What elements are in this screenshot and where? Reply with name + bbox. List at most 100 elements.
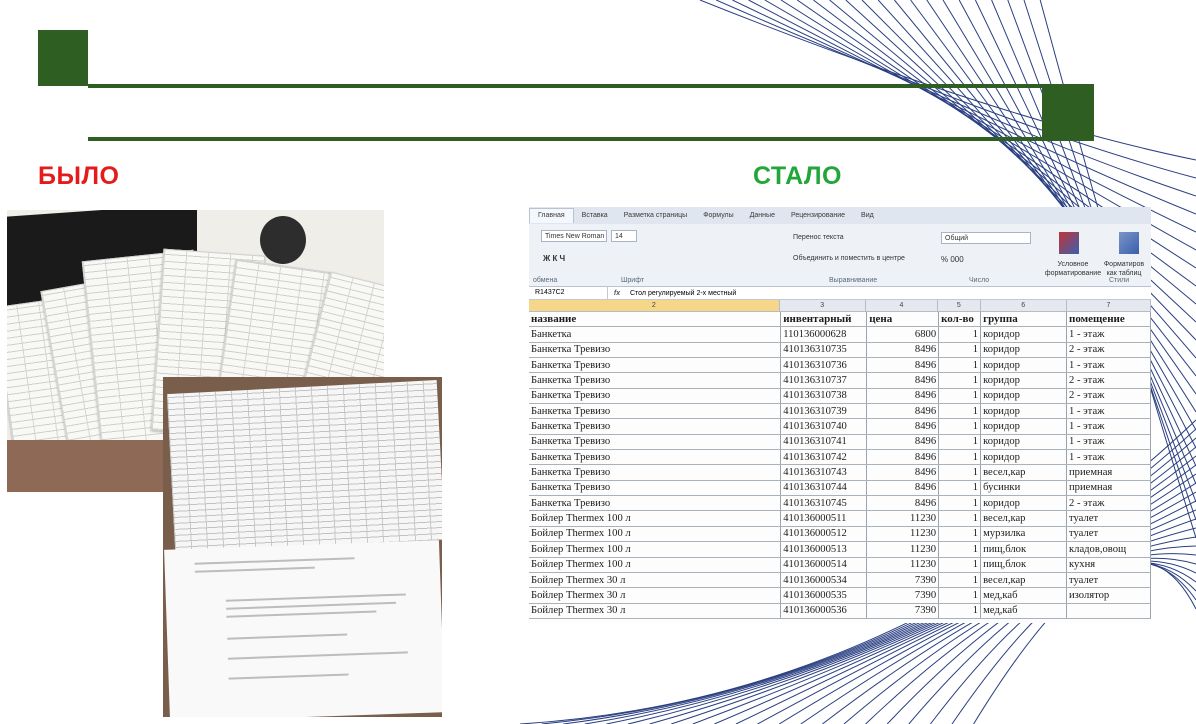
cell-quantity[interactable]: 1: [938, 342, 982, 359]
cell-room[interactable]: 2 - этаж: [1066, 372, 1151, 389]
conditional-format-button[interactable]: Условное форматирование: [1043, 260, 1103, 278]
cell-price[interactable]: 8496: [866, 480, 940, 497]
cell-inventory[interactable]: 410136000512: [780, 526, 868, 543]
column-number[interactable]: 4: [866, 300, 939, 311]
cell-name[interactable]: Бойлер Thermex 30 л: [529, 572, 782, 589]
cell-quantity[interactable]: 1: [938, 572, 982, 589]
cell-price[interactable]: 11230: [866, 526, 940, 543]
cell-inventory[interactable]: 410136310735: [780, 342, 868, 359]
cell-room[interactable]: 1 - этаж: [1066, 403, 1151, 420]
cell-inventory[interactable]: 410136310739: [780, 403, 868, 420]
tab-view[interactable]: Вид: [853, 212, 882, 219]
cell-room[interactable]: [1066, 603, 1151, 619]
cell-room[interactable]: 1 - этаж: [1066, 418, 1151, 435]
cell-price[interactable]: 6800: [866, 326, 940, 343]
cell-quantity[interactable]: 1: [938, 480, 982, 497]
header-name[interactable]: название: [529, 312, 782, 328]
font-size-select[interactable]: 14: [611, 230, 637, 242]
cell-price[interactable]: 7390: [866, 603, 940, 619]
cell-price[interactable]: 11230: [866, 541, 940, 558]
cell-quantity[interactable]: 1: [938, 510, 982, 527]
cell-group[interactable]: мед,каб: [980, 587, 1068, 604]
cell-inventory[interactable]: 410136310745: [780, 495, 868, 512]
cell-quantity[interactable]: 1: [938, 418, 982, 435]
cell-quantity[interactable]: 1: [938, 526, 982, 543]
header-room[interactable]: помещение: [1066, 312, 1151, 328]
cell-inventory[interactable]: 410136000514: [780, 557, 868, 573]
column-number[interactable]: 6: [981, 300, 1067, 311]
cell-group[interactable]: коридор: [980, 403, 1068, 420]
number-format-select[interactable]: Общий: [941, 232, 1031, 244]
cell-inventory[interactable]: 410136000536: [780, 603, 868, 619]
tab-review[interactable]: Рецензирование: [783, 212, 853, 219]
cell-quantity[interactable]: 1: [938, 464, 982, 481]
cell-quantity[interactable]: 1: [938, 372, 982, 389]
tab-page-layout[interactable]: Разметка страницы: [616, 212, 696, 219]
cell-name[interactable]: Бойлер Thermex 100 л: [529, 526, 782, 543]
cell-group[interactable]: весел,кар: [980, 464, 1068, 481]
cell-name[interactable]: Банкетка Тревизо: [529, 388, 782, 405]
cell-name[interactable]: Бойлер Thermex 100 л: [529, 557, 782, 573]
cell-inventory[interactable]: 410136000535: [780, 587, 868, 604]
cell-quantity[interactable]: 1: [938, 587, 982, 604]
cell-group[interactable]: коридор: [980, 326, 1068, 343]
cell-quantity[interactable]: 1: [938, 388, 982, 405]
tab-home[interactable]: Главная: [529, 208, 574, 223]
cell-room[interactable]: 1 - этаж: [1066, 449, 1151, 466]
tab-data[interactable]: Данные: [742, 212, 783, 219]
cell-price[interactable]: 11230: [866, 557, 940, 573]
cell-group[interactable]: пищ,блок: [980, 557, 1068, 573]
bold-italic-underline-buttons[interactable]: Ж К Ч: [543, 254, 565, 263]
formula-input[interactable]: Стол регулируемый 2-х местный: [626, 290, 736, 297]
cell-inventory[interactable]: 410136310736: [780, 357, 868, 374]
cell-room[interactable]: кладов,овощ: [1066, 541, 1151, 558]
cell-room[interactable]: 1 - этаж: [1066, 326, 1151, 343]
cell-room[interactable]: туалет: [1066, 526, 1151, 543]
cell-name[interactable]: Банкетка Тревизо: [529, 418, 782, 435]
cell-inventory[interactable]: 410136310743: [780, 464, 868, 481]
header-quantity[interactable]: кол-во: [938, 312, 982, 328]
cell-price[interactable]: 8496: [866, 464, 940, 481]
cell-quantity[interactable]: 1: [938, 603, 982, 619]
cell-room[interactable]: 1 - этаж: [1066, 357, 1151, 374]
cell-group[interactable]: коридор: [980, 372, 1068, 389]
cell-room[interactable]: 2 - этаж: [1066, 495, 1151, 512]
cell-price[interactable]: 11230: [866, 510, 940, 527]
cell-group[interactable]: коридор: [980, 449, 1068, 466]
cell-quantity[interactable]: 1: [938, 449, 982, 466]
header-group[interactable]: группа: [980, 312, 1068, 328]
cell-inventory[interactable]: 410136310738: [780, 388, 868, 405]
header-inventory[interactable]: инвентарный: [780, 312, 868, 328]
cell-room[interactable]: 2 - этаж: [1066, 342, 1151, 359]
cell-room[interactable]: туалет: [1066, 510, 1151, 527]
cell-inventory[interactable]: 410136310742: [780, 449, 868, 466]
header-price[interactable]: цена: [866, 312, 940, 328]
cell-room[interactable]: туалет: [1066, 572, 1151, 589]
cell-price[interactable]: 8496: [866, 434, 940, 451]
cell-name[interactable]: Банкетка Тревизо: [529, 372, 782, 389]
tab-insert[interactable]: Вставка: [574, 212, 616, 219]
cell-inventory[interactable]: 110136000628: [780, 326, 868, 343]
cell-quantity[interactable]: 1: [938, 357, 982, 374]
cell-quantity[interactable]: 1: [938, 495, 982, 512]
cell-room[interactable]: 2 - этаж: [1066, 388, 1151, 405]
font-name-select[interactable]: Times New Roman: [541, 230, 607, 242]
cell-inventory[interactable]: 410136000511: [780, 510, 868, 527]
cell-group[interactable]: коридор: [980, 495, 1068, 512]
cell-price[interactable]: 8496: [866, 357, 940, 374]
cell-price[interactable]: 8496: [866, 403, 940, 420]
cell-group[interactable]: пищ,блок: [980, 541, 1068, 558]
cell-name[interactable]: Бойлер Thermex 100 л: [529, 510, 782, 527]
column-number[interactable]: 5: [938, 300, 981, 311]
cell-group[interactable]: коридор: [980, 342, 1068, 359]
cell-price[interactable]: 8496: [866, 342, 940, 359]
cell-group[interactable]: коридор: [980, 418, 1068, 435]
cell-price[interactable]: 8496: [866, 449, 940, 466]
cell-name[interactable]: Банкетка Тревизо: [529, 434, 782, 451]
cell-name[interactable]: Банкетка Тревизо: [529, 449, 782, 466]
format-as-table-button[interactable]: Форматиров как таблиц: [1101, 260, 1147, 278]
cell-group[interactable]: весел,кар: [980, 572, 1068, 589]
cell-quantity[interactable]: 1: [938, 434, 982, 451]
cell-room[interactable]: изолятор: [1066, 587, 1151, 604]
column-number[interactable]: 7: [1067, 300, 1151, 311]
